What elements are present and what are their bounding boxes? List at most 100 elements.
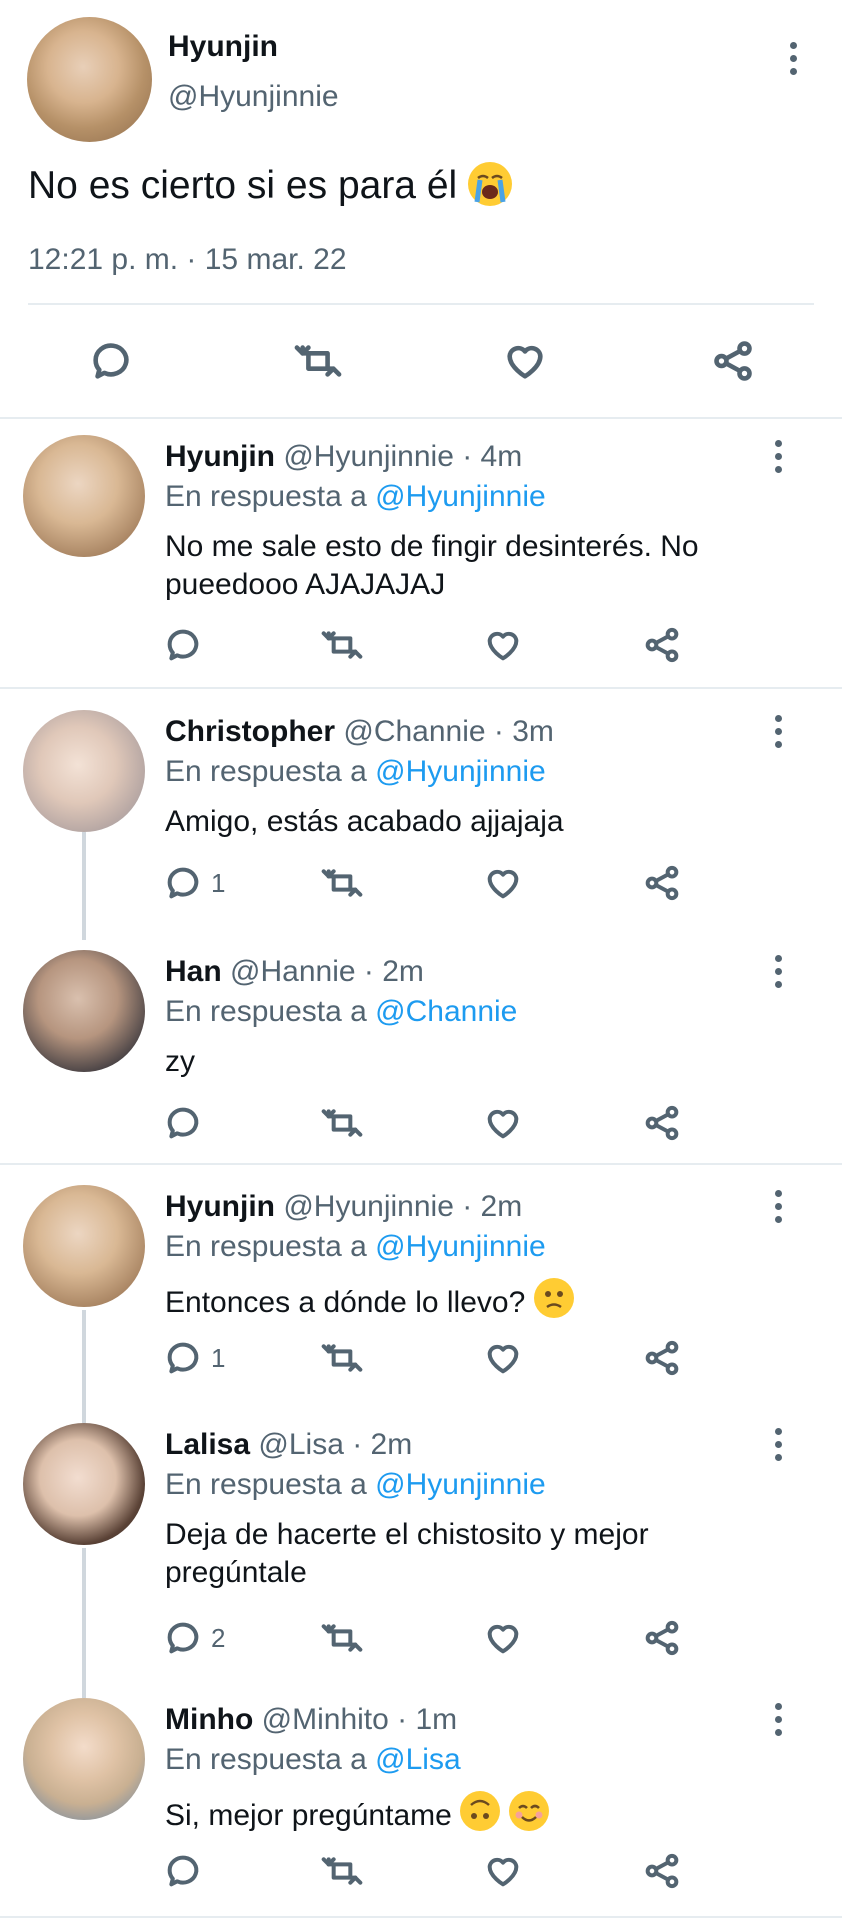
reply-count: 1 (211, 867, 226, 898)
reply-tweet[interactable]: Lalisa @Lisa · 2m En respuesta a @Hyunji… (0, 1408, 842, 1683)
reply-button[interactable] (88, 338, 134, 384)
author-name[interactable]: Minho (165, 1703, 253, 1736)
main-tweet: Hyunjin @Hyunjinnie No es cierto si es p… (0, 0, 842, 420)
retweet-button[interactable] (293, 338, 343, 384)
share-button[interactable] (710, 338, 756, 384)
reply-button[interactable]: 2 (163, 1618, 225, 1658)
like-button[interactable] (483, 1338, 523, 1378)
like-button[interactable] (483, 625, 523, 665)
more-options-icon[interactable] (775, 440, 783, 473)
reply-to-link[interactable]: @Hyunjinnie (375, 755, 546, 788)
share-icon (645, 1620, 679, 1656)
reply-header: Lalisa @Lisa · 2m (165, 1428, 412, 1462)
retweet-button[interactable] (320, 1618, 364, 1658)
author-name[interactable]: Hyunjin (168, 30, 278, 64)
share-icon (645, 1853, 679, 1889)
share-icon (645, 1105, 679, 1141)
confused-face-emoji-icon (533, 1278, 574, 1318)
author-meta[interactable]: @Hannie · 2m (230, 955, 424, 988)
author-meta[interactable]: @Lisa · 2m (258, 1428, 412, 1461)
share-button[interactable] (642, 1618, 682, 1658)
reply-button[interactable] (163, 625, 211, 665)
retweet-button[interactable] (320, 1103, 364, 1143)
retweet-icon (321, 1857, 363, 1885)
reply-tweet[interactable]: Hyunjin @Hyunjinnie · 4m En respuesta a … (0, 420, 842, 685)
like-button[interactable] (483, 1618, 523, 1658)
author-meta[interactable]: @Hyunjinnie · 2m (283, 1190, 522, 1223)
share-button[interactable] (642, 1851, 682, 1891)
reply-icon (167, 1107, 199, 1139)
reply-button[interactable] (163, 1851, 211, 1891)
more-options-icon[interactable] (775, 1428, 783, 1461)
reply-text-content: Entonces a dónde lo llevo? (165, 1286, 526, 1319)
divider (0, 417, 842, 419)
more-options-icon[interactable] (790, 42, 798, 75)
author-meta[interactable]: @Hyunjinnie · 4m (283, 440, 522, 473)
reply-button[interactable]: 1 (163, 1338, 225, 1378)
avatar[interactable] (23, 435, 145, 557)
author-name[interactable]: Hyunjin (165, 1190, 275, 1223)
heart-icon (507, 345, 543, 379)
heart-icon (487, 869, 519, 899)
reply-context: En respuesta a @Hyunjinnie (165, 1468, 546, 1501)
avatar[interactable] (23, 1423, 145, 1545)
like-button[interactable] (502, 338, 548, 384)
retweet-button[interactable] (320, 1851, 364, 1891)
retweet-icon (294, 345, 342, 377)
reply-to-link[interactable]: @Lisa (375, 1743, 461, 1776)
reply-text-content: Si, mejor pregúntame (165, 1799, 452, 1832)
reply-header: Hyunjin @Hyunjinnie · 2m (165, 1190, 522, 1224)
avatar[interactable] (27, 17, 152, 142)
reply-context: En respuesta a @Hyunjinnie (165, 755, 546, 788)
more-options-icon[interactable] (775, 715, 783, 748)
more-options-icon[interactable] (775, 1190, 783, 1223)
retweet-button[interactable] (320, 625, 364, 665)
author-meta[interactable]: @Channie · 3m (343, 715, 554, 748)
reply-tweet[interactable]: Han @Hannie · 2m En respuesta a @Channie… (0, 935, 842, 1160)
author-name[interactable]: Christopher (165, 715, 335, 748)
reply-icon (167, 629, 199, 661)
retweet-icon (321, 1109, 363, 1137)
reply-text: Si, mejor pregúntame (165, 1791, 785, 1835)
reply-tweet[interactable]: Hyunjin @Hyunjinnie · 2m En respuesta a … (0, 1170, 842, 1410)
tweet-text-content: No es cierto si es para él (28, 164, 458, 207)
avatar[interactable] (23, 1185, 145, 1307)
divider (0, 1916, 842, 1918)
reply-to-link[interactable]: @Hyunjinnie (375, 480, 546, 513)
reply-context: En respuesta a @Lisa (165, 1743, 461, 1776)
share-button[interactable] (642, 625, 682, 665)
like-button[interactable] (483, 1103, 523, 1143)
more-options-icon[interactable] (775, 1703, 783, 1736)
author-name[interactable]: Lalisa (165, 1428, 250, 1461)
tweet-timestamp[interactable]: 12:21 p. m. · 15 mar. 22 (28, 243, 347, 277)
reply-icon (167, 1855, 199, 1887)
share-button[interactable] (642, 1338, 682, 1378)
like-button[interactable] (483, 863, 523, 903)
heart-icon (487, 1109, 519, 1139)
reply-to-link[interactable]: @Hyunjinnie (375, 1468, 546, 1501)
reply-button[interactable]: 1 (163, 863, 225, 903)
reply-to-link[interactable]: @Hyunjinnie (375, 1230, 546, 1263)
author-name[interactable]: Han (165, 955, 222, 988)
reply-header: Christopher @Channie · 3m (165, 715, 554, 749)
retweet-button[interactable] (320, 863, 364, 903)
reply-text: Deja de hacerte el chistosito y mejor pr… (165, 1518, 649, 1589)
heart-icon (487, 1857, 519, 1887)
author-name[interactable]: Hyunjin (165, 440, 275, 473)
reply-count: 1 (211, 1342, 226, 1373)
avatar[interactable] (23, 710, 145, 832)
retweet-button[interactable] (320, 1338, 364, 1378)
reply-tweet[interactable]: Minho @Minhito · 1m En respuesta a @Lisa… (0, 1683, 842, 1920)
reply-button[interactable] (163, 1103, 211, 1143)
reply-tweet[interactable]: Christopher @Channie · 3m En respuesta a… (0, 695, 842, 935)
more-options-icon[interactable] (775, 955, 783, 988)
share-button[interactable] (642, 1103, 682, 1143)
author-meta[interactable]: @Minhito · 1m (262, 1703, 458, 1736)
author-handle[interactable]: @Hyunjinnie (168, 80, 339, 114)
retweet-icon (321, 1624, 363, 1652)
share-button[interactable] (642, 863, 682, 903)
like-button[interactable] (483, 1851, 523, 1891)
avatar[interactable] (23, 1698, 145, 1820)
reply-to-link[interactable]: @Channie (375, 995, 517, 1028)
avatar[interactable] (23, 950, 145, 1072)
